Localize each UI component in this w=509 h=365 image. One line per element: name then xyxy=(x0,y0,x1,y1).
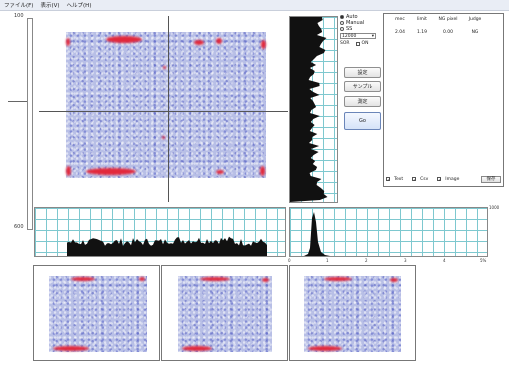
csv-checkbox[interactable]: ✓ xyxy=(412,177,416,182)
cell-judge: NG xyxy=(471,30,479,35)
results-header: mec limit NG pixel Judge xyxy=(384,17,503,22)
menu-view[interactable]: 表示(V) xyxy=(40,1,59,9)
exposure-select-value: 12000 xyxy=(342,33,357,39)
col-limit: limit xyxy=(417,17,427,22)
sor-row: SOR ON xyxy=(340,41,382,46)
table-row[interactable]: 2.04 1.19 0.00 NG xyxy=(384,30,503,35)
hotspot xyxy=(106,36,142,43)
row-profile-graph xyxy=(290,17,328,202)
hotspot xyxy=(200,277,230,281)
text-checkbox[interactable]: ✓ xyxy=(386,177,390,182)
radio-indicator[interactable] xyxy=(340,27,344,31)
row-profile-panel xyxy=(289,16,338,203)
hotspot xyxy=(182,346,212,351)
row-profile-fill xyxy=(290,17,328,202)
column-profile-fill xyxy=(67,236,267,256)
thumbnail-image xyxy=(49,276,147,352)
histogram-xtick: 2 xyxy=(365,258,368,263)
image-checkbox[interactable]: ✓ xyxy=(437,177,442,182)
results-footer: ✓ Text ✓ Csv ✓ Image 保存 xyxy=(386,174,501,184)
cell-limit: 1.19 xyxy=(416,30,428,35)
on-checkbox[interactable] xyxy=(355,41,360,46)
radio-ss-label: SS xyxy=(346,26,353,32)
settings-button[interactable]: 設定 xyxy=(344,67,381,78)
scale-bottom-label: 600 xyxy=(14,224,24,230)
go-button[interactable]: Go xyxy=(344,112,381,130)
menu-bar: ファイル(F) 表示(V) ヘルプ(H) xyxy=(0,0,509,11)
vertical-range-slider[interactable] xyxy=(27,18,33,230)
scale-top-label: 100 xyxy=(14,13,24,19)
results-panel: mec limit NG pixel Judge 2.04 1.19 0.00 … xyxy=(383,13,504,187)
thumbnail-image xyxy=(178,276,272,352)
hotspot xyxy=(53,346,89,351)
hotspot xyxy=(216,170,224,174)
measure-button[interactable]: 測定 xyxy=(344,96,381,107)
save-button[interactable]: 保存 xyxy=(481,175,501,183)
hotspot xyxy=(86,168,136,175)
thumbnail-2[interactable] xyxy=(161,265,288,361)
crosshair-vertical[interactable] xyxy=(168,16,169,202)
hotspot xyxy=(390,278,398,282)
histogram-xtick: 4 xyxy=(443,258,446,263)
col-mec: mec xyxy=(395,17,405,22)
thumbnail-image xyxy=(304,276,401,352)
hotspot xyxy=(139,277,145,281)
radio-ss[interactable]: SS xyxy=(340,26,382,32)
histogram-xtick: 1 xyxy=(326,258,329,263)
hotspot xyxy=(66,38,70,46)
thumbnail-1[interactable] xyxy=(33,265,160,361)
hotspot xyxy=(71,277,95,281)
hotspot xyxy=(194,40,204,45)
hotspot xyxy=(163,66,166,69)
thumbnail-3[interactable] xyxy=(289,265,416,361)
menu-help[interactable]: ヘルプ(H) xyxy=(67,1,92,9)
main-heatmap-image xyxy=(66,32,266,178)
col-ng-pixel: NG pixel xyxy=(438,17,458,22)
crosshair-horizontal[interactable] xyxy=(39,111,288,112)
histogram-graph xyxy=(304,212,330,256)
column-profile-graph xyxy=(67,236,267,256)
cell-ng-pixel: 0.00 xyxy=(442,30,454,35)
sample-button[interactable]: サンプル xyxy=(344,81,381,92)
exposure-select[interactable]: 12000 ▾ xyxy=(340,33,376,39)
histogram-ymax-label: 1000 xyxy=(489,205,500,210)
radio-indicator[interactable] xyxy=(340,21,344,25)
hotspot xyxy=(260,166,265,176)
histogram-xtick: 0 xyxy=(288,258,291,263)
hotspot xyxy=(216,38,222,44)
on-checkbox-label: ON xyxy=(361,41,369,46)
histogram-xtick: 5% xyxy=(480,258,487,263)
hotspot xyxy=(308,346,342,351)
cell-mec: 2.04 xyxy=(394,30,406,35)
hotspot xyxy=(162,136,165,139)
csv-checkbox-label: Csv xyxy=(420,176,429,182)
hotspot xyxy=(66,166,71,176)
text-checkbox-label: Text xyxy=(394,176,404,182)
histogram-panel xyxy=(289,207,488,257)
row-marker-line xyxy=(8,101,27,102)
hotspot xyxy=(324,277,352,281)
chevron-down-icon: ▾ xyxy=(371,33,374,39)
hotspot xyxy=(261,40,266,49)
column-profile-panel xyxy=(34,207,286,257)
col-judge: Judge xyxy=(468,17,482,22)
hotspot xyxy=(262,278,269,282)
histogram-xtick: 3 xyxy=(404,258,407,263)
sor-label: SOR xyxy=(340,41,350,46)
radio-indicator[interactable] xyxy=(340,15,344,19)
menu-file[interactable]: ファイル(F) xyxy=(4,1,33,9)
image-checkbox-label: Image xyxy=(445,176,460,182)
histogram-peak xyxy=(304,212,330,256)
